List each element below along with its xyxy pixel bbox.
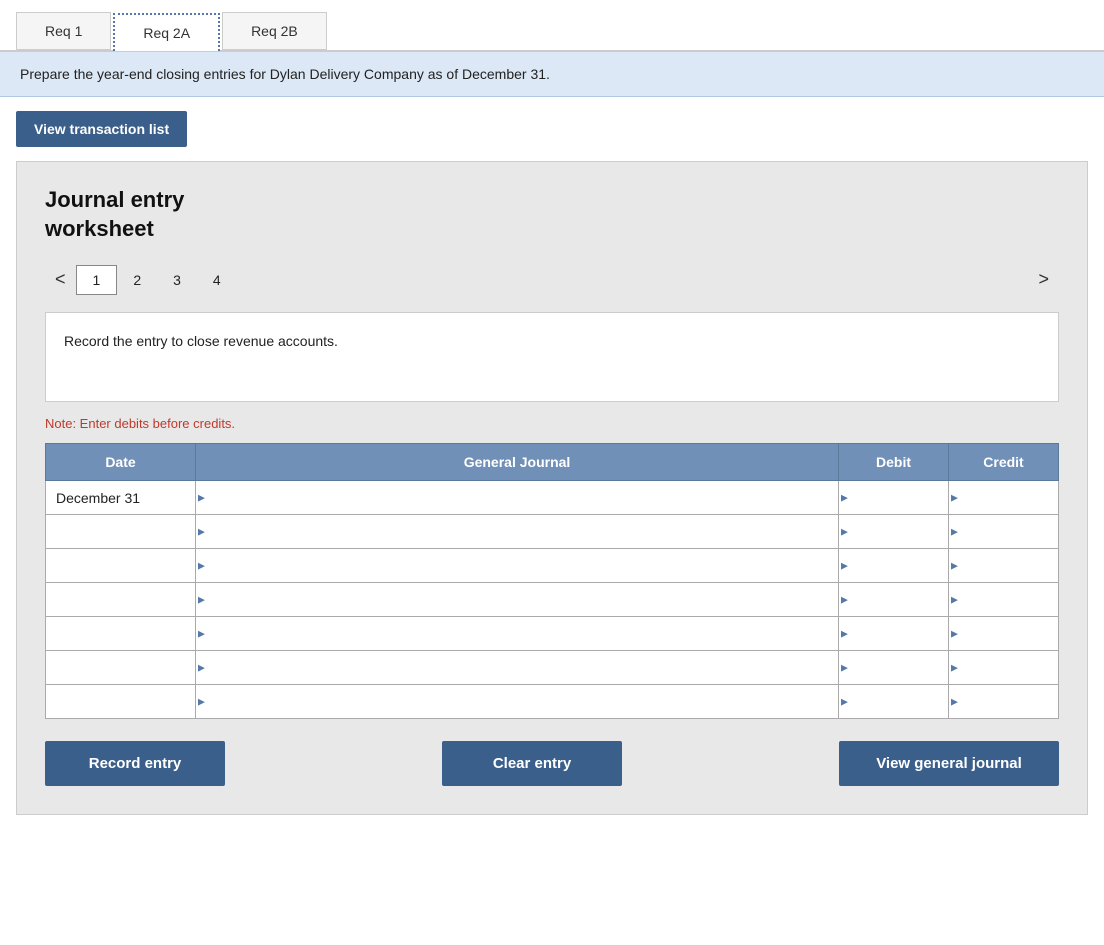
- tab-req1[interactable]: Req 1: [16, 12, 111, 50]
- date-cell-1: [46, 515, 196, 549]
- gj-cell-1[interactable]: [196, 515, 839, 549]
- col-header-gj: General Journal: [196, 444, 839, 481]
- debit-cell-2[interactable]: [839, 549, 949, 583]
- debit-input-5[interactable]: [839, 651, 948, 684]
- gj-input-4[interactable]: [196, 617, 838, 650]
- debit-input-4[interactable]: [839, 617, 948, 650]
- next-page-arrow[interactable]: >: [1028, 263, 1059, 296]
- bottom-actions: Record entry Clear entry View general jo…: [45, 741, 1059, 786]
- date-cell-6: [46, 685, 196, 719]
- gj-input-3[interactable]: [196, 583, 838, 616]
- gj-cell-4[interactable]: [196, 617, 839, 651]
- credit-input-2[interactable]: [949, 549, 1058, 582]
- credit-input-4[interactable]: [949, 617, 1058, 650]
- tabs-container: Req 1 Req 2A Req 2B: [0, 0, 1104, 52]
- debit-input-0[interactable]: [839, 481, 948, 514]
- page-2[interactable]: 2: [117, 266, 157, 294]
- credit-cell-5[interactable]: [949, 651, 1059, 685]
- table-row: December 31: [46, 481, 1059, 515]
- page-3[interactable]: 3: [157, 266, 197, 294]
- debit-input-1[interactable]: [839, 515, 948, 548]
- date-cell-3: [46, 583, 196, 617]
- gj-cell-5[interactable]: [196, 651, 839, 685]
- gj-cell-2[interactable]: [196, 549, 839, 583]
- credit-cell-3[interactable]: [949, 583, 1059, 617]
- table-row: [46, 685, 1059, 719]
- top-actions: View transaction list: [0, 97, 1104, 161]
- worksheet-container: Journal entry worksheet < 1 2 3 4 > Reco…: [16, 161, 1088, 815]
- record-entry-button[interactable]: Record entry: [45, 741, 225, 786]
- date-cell-5: [46, 651, 196, 685]
- date-cell-0: December 31: [46, 481, 196, 515]
- instruction-bar: Prepare the year-end closing entries for…: [0, 52, 1104, 97]
- gj-cell-6[interactable]: [196, 685, 839, 719]
- credit-input-6[interactable]: [949, 685, 1058, 718]
- col-header-debit: Debit: [839, 444, 949, 481]
- table-row: [46, 515, 1059, 549]
- gj-cell-0[interactable]: [196, 481, 839, 515]
- debit-cell-6[interactable]: [839, 685, 949, 719]
- page-4[interactable]: 4: [197, 266, 237, 294]
- tab-req2b[interactable]: Req 2B: [222, 12, 327, 50]
- gj-input-6[interactable]: [196, 685, 838, 718]
- page-1[interactable]: 1: [76, 265, 118, 295]
- credit-input-3[interactable]: [949, 583, 1058, 616]
- credit-cell-0[interactable]: [949, 481, 1059, 515]
- debit-cell-0[interactable]: [839, 481, 949, 515]
- instruction-box: Record the entry to close revenue accoun…: [45, 312, 1059, 402]
- gj-input-2[interactable]: [196, 549, 838, 582]
- debit-input-3[interactable]: [839, 583, 948, 616]
- gj-cell-3[interactable]: [196, 583, 839, 617]
- debit-cell-5[interactable]: [839, 651, 949, 685]
- credit-cell-1[interactable]: [949, 515, 1059, 549]
- journal-table: Date General Journal Debit Credit Decemb…: [45, 443, 1059, 719]
- view-general-journal-button[interactable]: View general journal: [839, 741, 1059, 786]
- gj-input-1[interactable]: [196, 515, 838, 548]
- date-cell-2: [46, 549, 196, 583]
- debit-cell-1[interactable]: [839, 515, 949, 549]
- note-text: Note: Enter debits before credits.: [45, 416, 1059, 431]
- worksheet-title: Journal entry worksheet: [45, 186, 1059, 243]
- date-cell-4: [46, 617, 196, 651]
- table-row: [46, 583, 1059, 617]
- clear-entry-button[interactable]: Clear entry: [442, 741, 622, 786]
- credit-input-1[interactable]: [949, 515, 1058, 548]
- credit-input-5[interactable]: [949, 651, 1058, 684]
- debit-input-6[interactable]: [839, 685, 948, 718]
- table-row: [46, 617, 1059, 651]
- view-transaction-list-button[interactable]: View transaction list: [16, 111, 187, 147]
- debit-cell-4[interactable]: [839, 617, 949, 651]
- debit-input-2[interactable]: [839, 549, 948, 582]
- credit-cell-2[interactable]: [949, 549, 1059, 583]
- table-row: [46, 651, 1059, 685]
- col-header-date: Date: [46, 444, 196, 481]
- table-row: [46, 549, 1059, 583]
- gj-input-5[interactable]: [196, 651, 838, 684]
- tab-req2a[interactable]: Req 2A: [113, 13, 220, 51]
- debit-cell-3[interactable]: [839, 583, 949, 617]
- col-header-credit: Credit: [949, 444, 1059, 481]
- gj-input-0[interactable]: [196, 481, 838, 514]
- prev-page-arrow[interactable]: <: [45, 263, 76, 296]
- credit-cell-6[interactable]: [949, 685, 1059, 719]
- credit-input-0[interactable]: [949, 481, 1058, 514]
- pagination: < 1 2 3 4 >: [45, 263, 1059, 296]
- credit-cell-4[interactable]: [949, 617, 1059, 651]
